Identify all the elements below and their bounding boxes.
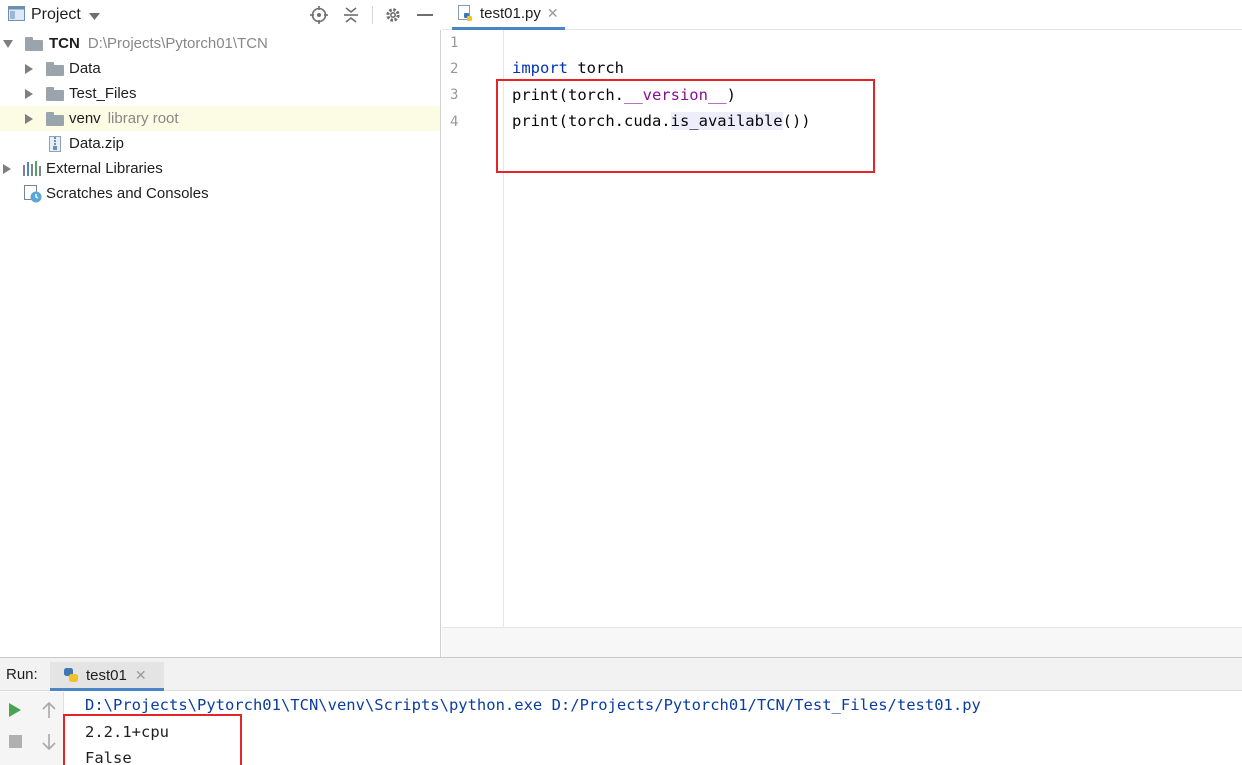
code-editor: test01.py ✕ 1 2 3 4 import torch print(t… (442, 0, 1242, 657)
project-tool-window: Project TCN D:\Projects\Pytorch01\TCN Da… (0, 0, 441, 657)
run-header: Run: test01 ✕ (0, 658, 1242, 691)
tree-item-label: Data (69, 60, 101, 77)
tree-item-path: D:\Projects\Pytorch01\TCN (87, 35, 268, 52)
editor-breadcrumb-bar (442, 627, 1242, 657)
folder-icon (25, 36, 43, 51)
chevron-down-icon (88, 7, 100, 24)
locate-target-icon[interactable] (308, 4, 330, 26)
tree-item-label: venv (69, 110, 101, 127)
line-number: 4 (450, 114, 459, 130)
console-output-line: 2.2.1+cpu (85, 723, 169, 741)
editor-tab-test01[interactable]: test01.py ✕ (452, 0, 565, 30)
tab-label: test01.py (480, 5, 541, 22)
arrow-up-icon[interactable] (42, 701, 56, 723)
folder-icon (46, 111, 64, 126)
tab-label: test01 (86, 666, 127, 684)
folder-icon (46, 61, 64, 76)
close-icon[interactable]: ✕ (135, 667, 147, 684)
code-line-3[interactable]: print(torch.__version__) (512, 86, 736, 104)
project-view-selector[interactable]: Project (8, 4, 100, 26)
editor-tab-bar: test01.py ✕ (442, 0, 1242, 30)
close-icon[interactable]: ✕ (547, 5, 559, 22)
tree-item-annotation: library root (107, 110, 179, 127)
run-label: Run: (6, 666, 38, 683)
tree-item-test-files[interactable]: Test_Files (0, 81, 440, 106)
tree-item-venv[interactable]: venv library root (0, 106, 440, 131)
python-file-icon (458, 4, 474, 23)
expand-arrow-icon[interactable] (25, 88, 33, 99)
tree-item-label: Data.zip (69, 135, 125, 152)
toolbar-divider (372, 6, 373, 24)
gear-icon[interactable] (382, 4, 404, 26)
line-number: 2 (450, 61, 459, 77)
console-output-line: False (85, 749, 132, 765)
line-number-gutter: 1 2 3 4 (442, 30, 504, 627)
hide-panel-icon[interactable] (414, 4, 436, 26)
arrow-down-icon[interactable] (42, 733, 56, 754)
collapse-all-icon[interactable] (340, 4, 362, 26)
run-tool-window: Run: test01 ✕ D:\Projects\Pytorch01\TCN\… (0, 657, 1242, 765)
code-highlight: is_available (670, 112, 783, 130)
run-tab-test01[interactable]: test01 ✕ (50, 662, 164, 691)
stop-icon[interactable] (9, 735, 22, 752)
tree-item-label: Test_Files (69, 85, 137, 102)
run-side-toolbar (0, 692, 64, 765)
project-view-label: Project (31, 6, 81, 23)
tree-item-data-zip[interactable]: Data.zip (0, 131, 440, 156)
line-number: 3 (450, 87, 459, 103)
scratches-icon (24, 184, 42, 203)
tree-item-data[interactable]: Data (0, 56, 440, 81)
python-icon (62, 666, 80, 684)
line-number: 1 (450, 35, 459, 51)
archive-file-icon (49, 135, 61, 152)
project-toolbar: Project (0, 0, 441, 30)
tree-item-tcn[interactable]: TCN D:\Projects\Pytorch01\TCN (0, 31, 440, 56)
expand-arrow-icon[interactable] (3, 163, 11, 174)
console-command-line: D:\Projects\Pytorch01\TCN\venv\Scripts\p… (85, 696, 981, 714)
code-text: ) (726, 86, 736, 104)
tree-item-label: Scratches and Consoles (46, 185, 209, 202)
tree-item-external-libraries[interactable]: External Libraries (0, 156, 440, 181)
code-keyword: import (512, 59, 568, 77)
expand-arrow-icon[interactable] (25, 63, 33, 74)
expand-arrow-icon[interactable] (25, 113, 33, 124)
code-magic-attr: __version__ (623, 86, 727, 104)
code-text: print(torch. (512, 86, 624, 104)
code-text: print(torch.cuda. (512, 112, 671, 130)
libraries-icon (23, 161, 41, 176)
code-text: ()) (782, 112, 811, 130)
tree-item-scratches[interactable]: Scratches and Consoles (0, 181, 440, 206)
tree-item-label: External Libraries (46, 160, 163, 177)
code-line-2[interactable]: import torch (512, 59, 624, 77)
project-window-icon (8, 5, 25, 25)
code-line-4[interactable]: print(torch.cuda.is_available()) (512, 112, 811, 130)
tree-item-label: TCN (49, 35, 80, 52)
rerun-play-icon[interactable] (8, 702, 22, 722)
folder-icon (46, 86, 64, 101)
code-text: torch (568, 59, 624, 77)
expand-arrow-icon[interactable] (3, 39, 13, 48)
